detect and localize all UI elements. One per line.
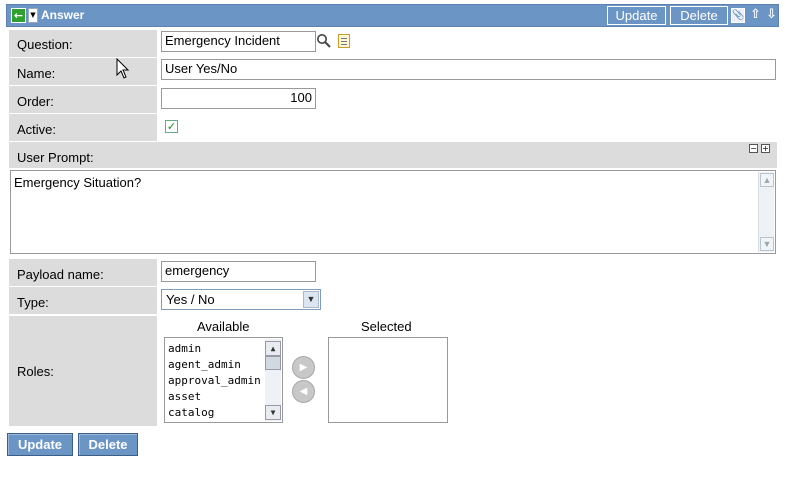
selected-roles-list[interactable] (328, 337, 448, 423)
add-role-arrow-icon[interactable]: ▶ (292, 356, 315, 379)
question-field[interactable]: Emergency Incident (161, 31, 316, 52)
available-heading: Available (197, 319, 250, 334)
form-title: Answer (41, 8, 85, 22)
payload-name-label: Payload name: (9, 259, 157, 286)
form-header: ← ▼ Answer Update Delete 📎 ⇧ ⇩ (6, 4, 779, 27)
expand-icon[interactable]: + (761, 144, 770, 153)
name-label: Name: (9, 58, 157, 85)
next-record-icon[interactable]: ⇩ (766, 7, 777, 22)
delete-button[interactable]: Delete (78, 433, 138, 456)
type-select[interactable]: Yes / No ▼ (161, 289, 321, 310)
header-update-button[interactable]: Update (607, 6, 666, 25)
back-arrow-icon[interactable]: ← (11, 8, 26, 23)
header-delete-button[interactable]: Delete (670, 6, 728, 25)
scroll-up-icon[interactable]: ▲ (760, 173, 774, 187)
mouse-cursor-icon (116, 58, 130, 79)
type-selected-value: Yes / No (166, 292, 215, 307)
chevron-down-icon[interactable]: ▼ (303, 291, 319, 308)
available-list-scrollbar[interactable]: ▲ ▼ (265, 339, 281, 421)
update-button[interactable]: Update (7, 433, 73, 456)
scroll-thumb[interactable] (265, 356, 281, 370)
collapse-icon[interactable]: − (749, 144, 758, 153)
active-label: Active: (9, 114, 157, 141)
user-prompt-text: Emergency Situation? (14, 175, 142, 190)
context-menu-icon[interactable]: ▼ (28, 8, 38, 23)
search-icon[interactable] (316, 33, 332, 49)
roles-label: Roles: (9, 316, 157, 426)
user-prompt-label: User Prompt: (9, 142, 777, 168)
available-roles-list[interactable]: admin agent_admin approval_admin asset c… (164, 337, 283, 423)
textarea-scrollbar[interactable]: ▲ ▼ (758, 172, 774, 252)
order-label: Order: (9, 86, 157, 113)
type-label: Type: (9, 287, 157, 314)
scroll-up-icon[interactable]: ▲ (265, 341, 281, 356)
previous-record-icon[interactable]: ⇧ (750, 7, 761, 22)
user-prompt-textarea[interactable]: Emergency Situation? ▲ ▼ (10, 170, 776, 254)
name-field[interactable]: User Yes/No (161, 59, 776, 80)
active-checkbox[interactable]: ✓ (165, 120, 178, 133)
remove-role-arrow-icon[interactable]: ◀ (292, 380, 315, 403)
selected-heading: Selected (361, 319, 412, 334)
scroll-down-icon[interactable]: ▼ (265, 405, 281, 420)
scroll-down-icon[interactable]: ▼ (760, 237, 774, 251)
attachment-icon[interactable]: 📎 (731, 8, 745, 23)
question-label: Question: (9, 30, 157, 57)
payload-name-field[interactable]: emergency (161, 261, 316, 282)
order-field[interactable]: 100 (161, 88, 316, 109)
reference-info-icon[interactable] (338, 34, 350, 48)
